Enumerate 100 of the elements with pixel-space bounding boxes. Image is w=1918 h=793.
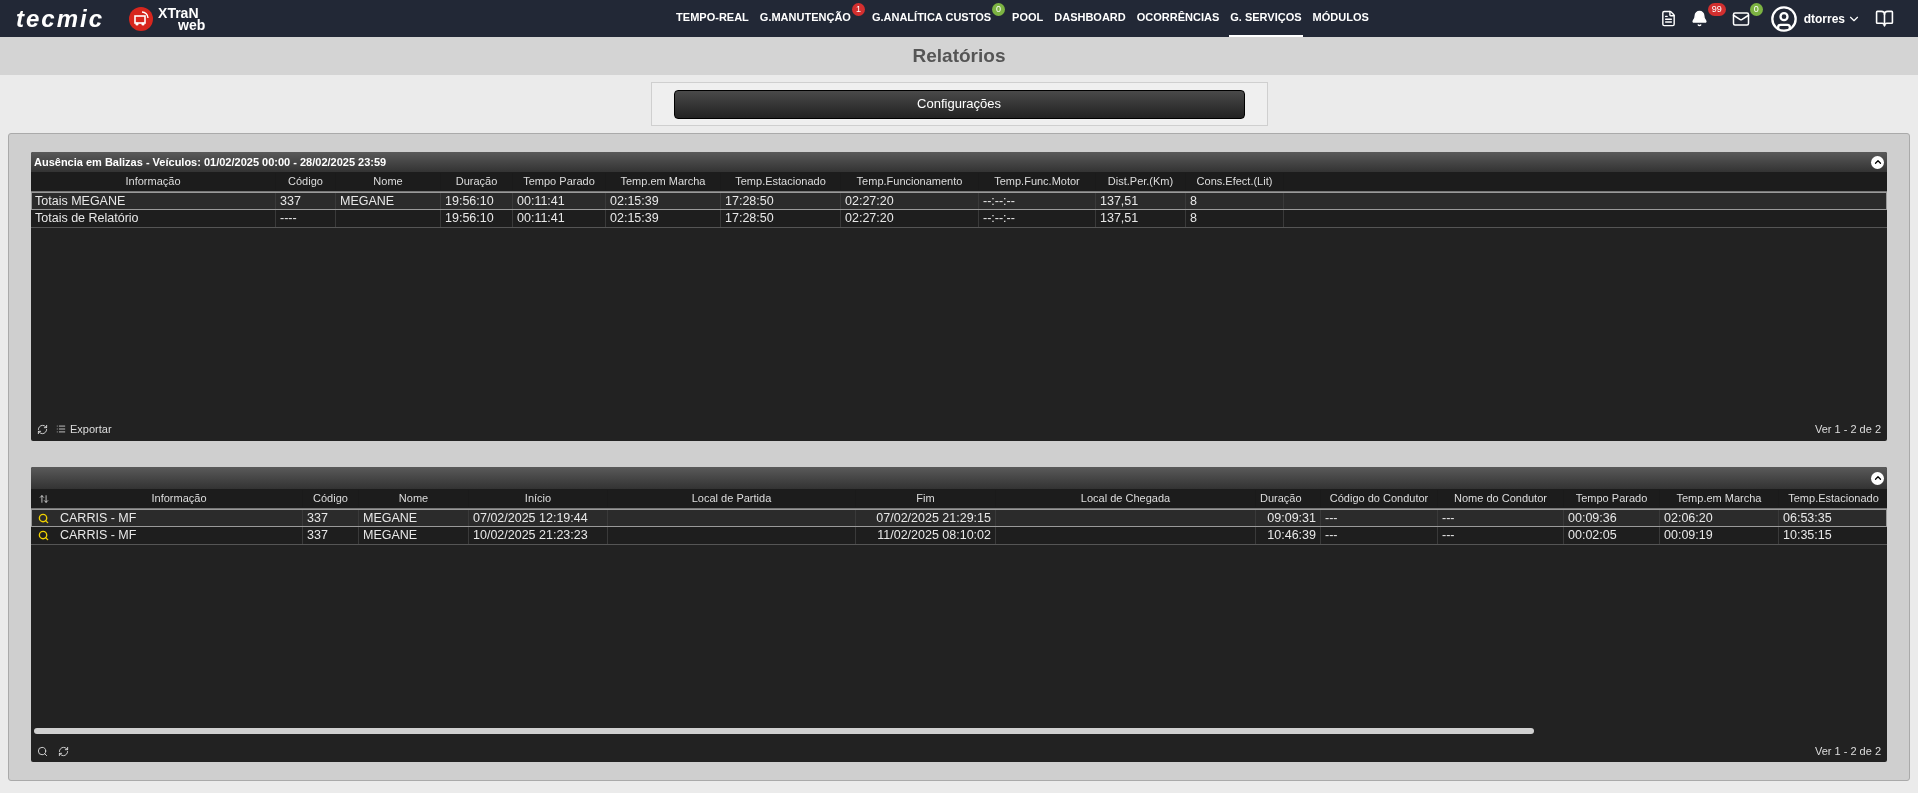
document-icon[interactable]: [1659, 10, 1677, 27]
column-header[interactable]: Informação: [31, 173, 276, 190]
table-cell-text: 00:11:41: [517, 210, 565, 228]
table-cell-text: Totais MEGANE: [35, 192, 126, 210]
table-cell-text: 19:56:10: [445, 192, 494, 210]
table-cell-text: 02:15:39: [610, 192, 659, 210]
nav-link[interactable]: OCORRÊNCIAS: [1135, 0, 1221, 37]
table-cell-text: 00:09:36: [1568, 509, 1617, 527]
nav-link[interactable]: POOL: [1011, 0, 1045, 37]
pager-text: Ver 1 - 2 de 2: [1814, 421, 1881, 437]
table-row[interactable]: Totais de Relatório ---- 19:56:10 00:11:41 02:15:39 17:28:50 02:27:20 --:--:-- 137,51 8: [31, 210, 1887, 228]
nav-link[interactable]: TEMPO-REAL: [675, 0, 750, 37]
column-header[interactable]: Cons.Efect.(Lit): [1186, 173, 1284, 190]
table-cell-text: 19:56:10: [445, 210, 494, 228]
page-title: Relatórios: [912, 43, 1006, 68]
column-header[interactable]: Código do Condutor: [1321, 490, 1438, 507]
configurations-button[interactable]: Configurações: [673, 89, 1245, 119]
column-header[interactable]: Temp.Estacionado: [721, 173, 841, 190]
table-cell-text: 00:02:05: [1568, 527, 1617, 545]
table-cell-text: MEGANE: [363, 509, 418, 527]
table-cell-text: 06:53:35: [1783, 509, 1832, 527]
table-cell-text: MEGANE: [363, 527, 418, 545]
table-cell-text: ---: [1442, 509, 1455, 527]
refresh-icon[interactable]: [58, 745, 69, 757]
table-row[interactable]: CARRIS - MF 337 MEGANE 07/02/2025 12:19:44 07/02/2025 21:29:15 09:09:31 --- --- 00:09:36 02:06:20 06:53:35: [31, 509, 1887, 527]
truck-logo-icon: [128, 5, 155, 32]
notifications-icon[interactable]: [1690, 10, 1708, 27]
nav-link[interactable]: G.ANALÍTICA CUSTOS: [870, 0, 993, 37]
table-cell-text: 137,51: [1100, 192, 1139, 210]
table-cell-text: 137,51: [1100, 210, 1139, 228]
table-cell-text: ---: [1325, 527, 1338, 545]
collapse-button[interactable]: [1871, 471, 1884, 485]
column-header[interactable]: Informação: [56, 490, 303, 507]
table-cell-text: 09:09:31: [1267, 509, 1316, 527]
table-cell-text: 11/02/2025 08:10:02: [877, 527, 991, 545]
export-button[interactable]: Exportar: [56, 420, 112, 438]
horizontal-scrollbar[interactable]: [34, 728, 1534, 734]
count-badge: 0: [1749, 3, 1763, 16]
column-header[interactable]: Fim: [856, 490, 996, 507]
table-cell-text: 10:35:15: [1783, 527, 1832, 545]
table-cell-text: CARRIS - MF: [60, 527, 137, 545]
table-cell-text: Totais de Relatório: [35, 210, 139, 228]
column-header[interactable]: Duração: [441, 173, 513, 190]
column-header[interactable]: Tempo Parado: [513, 173, 606, 190]
column-header[interactable]: Nome: [359, 490, 469, 507]
column-header[interactable]: Nome do Condutor: [1438, 490, 1564, 507]
nav-link[interactable]: G.MANUTENÇÃO: [758, 0, 852, 37]
column-header[interactable]: Nome: [336, 173, 441, 190]
company-logo: tecmic: [16, 3, 105, 34]
list-icon: [56, 424, 66, 434]
collapse-button[interactable]: [1871, 155, 1884, 169]
column-header[interactable]: Temp.em Marcha: [606, 173, 721, 190]
column-header[interactable]: Local de Chegada: [996, 490, 1256, 507]
column-header[interactable]: Tempo Parado: [1564, 490, 1660, 507]
table-row[interactable]: Totais MEGANE 337 MEGANE 19:56:10 00:11:41 02:15:39 17:28:50 02:27:20 --:--:-- 137,51 8: [31, 192, 1887, 210]
refresh-icon[interactable]: [37, 423, 48, 435]
table-cell-text: --:--:--: [983, 210, 1015, 228]
table-cell-text: 02:06:20: [1664, 509, 1713, 527]
count-badge: 99: [1707, 3, 1726, 16]
count-badge: 1: [851, 3, 865, 16]
table-cell-text: 02:27:20: [845, 210, 894, 228]
table-cell-text: 02:27:20: [845, 192, 894, 210]
column-header[interactable]: Código: [276, 173, 336, 190]
column-header[interactable]: Início: [469, 490, 608, 507]
table-cell-text: 17:28:50: [725, 192, 774, 210]
column-header[interactable]: Duração: [1256, 490, 1321, 507]
table-cell-text: ---: [1442, 527, 1455, 545]
sort-icon[interactable]: [38, 493, 49, 504]
grid-title: Ausência em Balizas - Veículos: 01/02/2025 00:00 - 28/02/2025 23:59: [34, 154, 387, 170]
table-cell-text: 337: [280, 192, 301, 210]
table-cell-text: ----: [280, 210, 297, 228]
table-cell-text: 337: [307, 509, 328, 527]
user-avatar-icon[interactable]: [1769, 4, 1798, 33]
product-logo-text: XTraN: [158, 6, 199, 19]
chevron-up-icon: [1872, 157, 1883, 167]
search-icon[interactable]: [37, 745, 48, 757]
column-header[interactable]: Temp.Funcionamento: [841, 173, 979, 190]
column-header[interactable]: Código: [303, 490, 359, 507]
table-cell-text: 17:28:50: [725, 210, 774, 228]
search-icon[interactable]: [38, 512, 49, 524]
table-cell-text: 337: [307, 527, 328, 545]
column-header[interactable]: Temp.em Marcha: [1660, 490, 1779, 507]
table-cell-text: CARRIS - MF: [60, 509, 137, 527]
nav-link[interactable]: MÓDULOS: [1311, 0, 1370, 37]
user-menu[interactable]: dtorres: [1803, 9, 1861, 28]
table-cell-text: 10:46:39: [1267, 527, 1316, 545]
column-header[interactable]: Local de Partida: [608, 490, 856, 507]
table-cell-text: 07/02/2025 12:19:44: [473, 509, 588, 527]
nav-link[interactable]: DASHBOARD: [1053, 0, 1127, 37]
column-header[interactable]: Dist.Per.(Km): [1096, 173, 1186, 190]
mail-icon[interactable]: [1731, 9, 1750, 28]
column-header[interactable]: Temp.Estacionado: [1779, 490, 1887, 507]
book-icon[interactable]: [1875, 9, 1894, 28]
table-cell-text: --:--:--: [983, 192, 1015, 210]
table-cell-text: 8: [1190, 210, 1197, 228]
search-icon[interactable]: [38, 530, 49, 541]
column-header[interactable]: Temp.Func.Motor: [979, 173, 1096, 190]
pager-text: Ver 1 - 2 de 2: [1814, 743, 1881, 759]
table-cell-text: 10/02/2025 21:23:23: [473, 527, 588, 545]
table-row[interactable]: CARRIS - MF 337 MEGANE 10/02/2025 21:23:23 11/02/2025 08:10:02 10:46:39 --- --- 00:02:05 00:09:19 10:35:15: [31, 527, 1887, 545]
